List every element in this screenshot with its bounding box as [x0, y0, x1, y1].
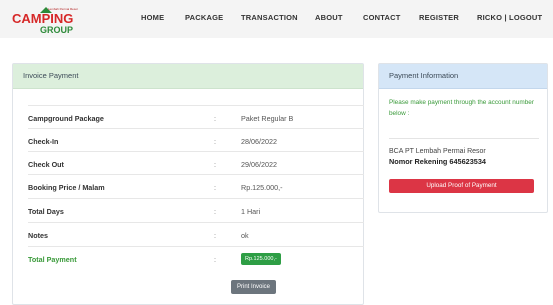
nav-transaction[interactable]: TRANSACTION — [241, 13, 298, 22]
row-separator: : — [214, 160, 216, 169]
invoice-row: Check Out : 29/06/2022 — [28, 151, 364, 175]
row-label: Booking Price / Malam — [28, 183, 105, 192]
nav-user-logout[interactable]: RICKO | LOGOUT — [477, 13, 542, 22]
logo-sub-text: GROUP — [40, 25, 73, 35]
invoice-row: Check-In : 28/06/2022 — [28, 128, 364, 152]
bank-account-block: BCA PT Lembah Permai Resor Nomor Rekenin… — [389, 138, 539, 167]
account-number: Nomor Rekening 645623534 — [389, 157, 486, 166]
invoice-row: Total Days : 1 Hari — [28, 198, 364, 222]
payment-info-card: Payment Information Please make payment … — [378, 63, 548, 213]
invoice-row: Notes : ok — [28, 222, 364, 246]
row-value: 1 Hari — [241, 207, 261, 216]
row-label: Check-In — [28, 137, 59, 146]
nav-package[interactable]: PACKAGE — [185, 13, 223, 22]
row-separator: : — [214, 137, 216, 146]
row-separator: : — [214, 231, 216, 240]
nav-home[interactable]: HOME — [141, 13, 164, 22]
invoice-total-row: Total Payment : Rp.125.000,- — [28, 246, 364, 270]
upload-proof-button[interactable]: Upload Proof of Payment — [389, 179, 534, 193]
row-separator: : — [214, 207, 216, 216]
top-navbar: Lembah Permai Resor CAMPING GROUP HOME P… — [0, 0, 553, 38]
row-label: Check Out — [28, 160, 64, 169]
nav-register[interactable]: REGISTER — [419, 13, 459, 22]
payment-instruction: Please make payment through the account … — [389, 99, 534, 117]
row-value: 28/06/2022 — [241, 137, 277, 146]
invoice-row: Booking Price / Malam : Rp.125.000,- — [28, 174, 364, 198]
row-value: Paket Regular B — [241, 114, 294, 123]
total-label: Total Payment — [28, 255, 77, 264]
row-value: Rp.125.000,- — [241, 183, 283, 192]
payment-info-title: Payment Information — [379, 64, 547, 89]
row-label: Campground Package — [28, 114, 104, 123]
row-separator: : — [214, 183, 216, 192]
row-value: 29/06/2022 — [241, 160, 277, 169]
bank-name: BCA PT Lembah Permai Resor — [389, 148, 486, 155]
row-separator: : — [214, 114, 216, 123]
row-value: ok — [241, 231, 249, 240]
total-amount-badge: Rp.125.000,- — [241, 253, 281, 265]
camping-group-logo[interactable]: Lembah Permai Resor CAMPING GROUP — [10, 4, 90, 36]
invoice-title: Invoice Payment — [13, 64, 363, 89]
logo-main-text: CAMPING — [12, 11, 73, 26]
nav-contact[interactable]: CONTACT — [363, 13, 401, 22]
row-separator: : — [214, 255, 216, 264]
nav-about[interactable]: ABOUT — [315, 13, 343, 22]
invoice-row: Campground Package : Paket Regular B — [28, 105, 364, 129]
row-label: Notes — [28, 231, 48, 240]
row-label: Total Days — [28, 207, 64, 216]
